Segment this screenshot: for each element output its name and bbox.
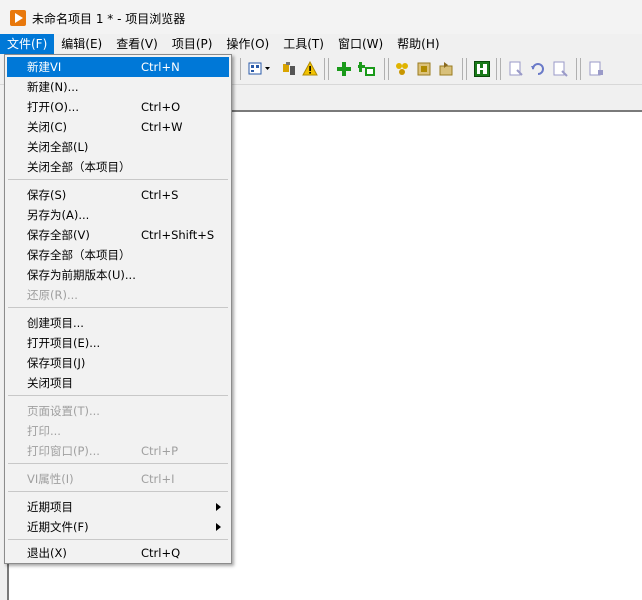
find-icon[interactable] bbox=[552, 61, 568, 77]
submenu-arrow-icon bbox=[216, 503, 221, 511]
properties-icon[interactable] bbox=[474, 61, 490, 77]
menu-project[interactable]: 项目(P) bbox=[165, 34, 220, 54]
view-dropdown-icon[interactable] bbox=[248, 61, 270, 77]
menu-item-new-vi[interactable]: 新建VI Ctrl+N bbox=[7, 57, 229, 77]
menu-operate[interactable]: 操作(O) bbox=[219, 34, 276, 54]
menu-tools[interactable]: 工具(T) bbox=[276, 34, 331, 54]
menu-item-open-project[interactable]: 打开项目(E)... bbox=[7, 333, 229, 353]
menu-separator bbox=[8, 539, 228, 540]
menu-item-save[interactable]: 保存(S) Ctrl+S bbox=[7, 185, 229, 205]
menu-help[interactable]: 帮助(H) bbox=[390, 34, 446, 54]
menu-bar: 文件(F) 编辑(E) 查看(V) 项目(P) 操作(O) 工具(T) 窗口(W… bbox=[0, 34, 642, 54]
menu-item-print-window[interactable]: 打印窗口(P)... Ctrl+P bbox=[7, 441, 229, 461]
menu-item-save-as[interactable]: 另存为(A)... bbox=[7, 205, 229, 225]
menu-item-print[interactable]: 打印... bbox=[7, 421, 229, 441]
window-title: 未命名项目 1 * - 项目浏览器 bbox=[32, 12, 186, 26]
menu-item-new[interactable]: 新建(N)... bbox=[7, 77, 229, 97]
menu-window[interactable]: 窗口(W) bbox=[331, 34, 390, 54]
toolbar-separator bbox=[384, 58, 389, 80]
toolbar-separator bbox=[462, 58, 467, 80]
menu-item-recent-files[interactable]: 近期文件(F) bbox=[7, 517, 229, 537]
menu-separator bbox=[8, 491, 228, 492]
warning-icon[interactable] bbox=[302, 60, 318, 77]
deploy-icon[interactable] bbox=[416, 61, 432, 77]
file-menu-dropdown: 新建VI Ctrl+N 新建(N)... 打开(O)... Ctrl+O 关闭(… bbox=[4, 54, 232, 564]
menu-item-close-all-project[interactable]: 关闭全部（本项目） bbox=[7, 157, 229, 177]
undo-icon[interactable] bbox=[530, 61, 546, 77]
labview-app-icon bbox=[10, 10, 26, 26]
menu-item-close-project[interactable]: 关闭项目 bbox=[7, 373, 229, 393]
menu-item-vi-properties[interactable]: VI属性(I) Ctrl+I bbox=[7, 469, 229, 489]
filter-icon[interactable] bbox=[281, 61, 297, 77]
menu-item-save-all-project[interactable]: 保存全部（本项目） bbox=[7, 245, 229, 265]
toolbar-separator bbox=[576, 58, 581, 80]
toolbar-separator bbox=[240, 58, 241, 80]
menu-view[interactable]: 查看(V) bbox=[109, 34, 165, 54]
menu-item-open[interactable]: 打开(O)... Ctrl+O bbox=[7, 97, 229, 117]
add-item-icon[interactable] bbox=[336, 61, 352, 77]
menu-item-exit[interactable]: 退出(X) Ctrl+Q bbox=[7, 543, 229, 563]
build-icon[interactable] bbox=[394, 61, 410, 77]
sync-icon[interactable] bbox=[438, 61, 454, 77]
menu-item-save-project[interactable]: 保存项目(J) bbox=[7, 353, 229, 373]
menu-edit[interactable]: 编辑(E) bbox=[54, 34, 109, 54]
menu-item-revert[interactable]: 还原(R)... bbox=[7, 285, 229, 305]
menu-item-close-all[interactable]: 关闭全部(L) bbox=[7, 137, 229, 157]
menu-item-recent-projects[interactable]: 近期项目 bbox=[7, 497, 229, 517]
submenu-arrow-icon bbox=[216, 523, 221, 531]
menu-separator bbox=[8, 463, 228, 464]
toolbar-separator bbox=[496, 58, 501, 80]
menu-item-page-setup[interactable]: 页面设置(T)... bbox=[7, 401, 229, 421]
menu-item-create-project[interactable]: 创建项目... bbox=[7, 313, 229, 333]
menu-item-save-previous-version[interactable]: 保存为前期版本(U)... bbox=[7, 265, 229, 285]
menu-item-close[interactable]: 关闭(C) Ctrl+W bbox=[7, 117, 229, 137]
menu-item-save-all[interactable]: 保存全部(V) Ctrl+Shift+S bbox=[7, 225, 229, 245]
menu-separator bbox=[8, 395, 228, 396]
open-item-icon[interactable] bbox=[508, 61, 524, 77]
menu-separator bbox=[8, 179, 228, 180]
menu-separator bbox=[8, 307, 228, 308]
title-bar: 未命名项目 1 * - 项目浏览器 bbox=[0, 0, 642, 34]
menu-file[interactable]: 文件(F) bbox=[0, 34, 55, 54]
find-next-icon[interactable] bbox=[588, 61, 604, 77]
add-folder-icon[interactable] bbox=[357, 61, 375, 77]
toolbar-separator bbox=[324, 58, 329, 80]
